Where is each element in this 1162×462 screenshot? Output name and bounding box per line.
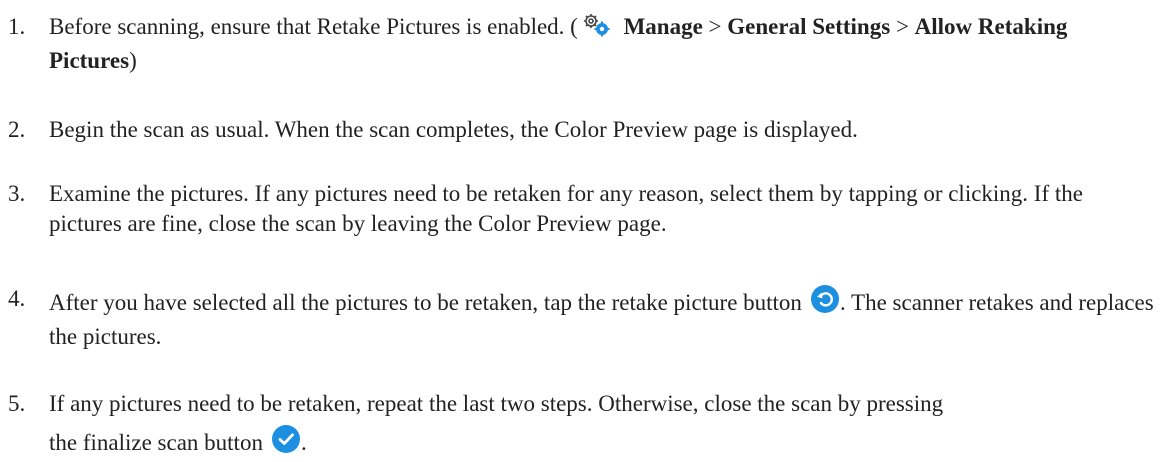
menu-path-general-settings: General Settings (727, 14, 891, 39)
step-text-before: Before scanning, ensure that Retake Pict… (49, 14, 578, 39)
step-text-line1: If any pictures need to be retaken, repe… (49, 391, 944, 416)
path-separator: > (890, 14, 915, 39)
step-1: 1. Before scanning, ensure that Retake P… (8, 12, 1158, 76)
step-text-after: ) (129, 48, 137, 73)
step-3: 3. Examine the pictures. If any pictures… (8, 179, 1158, 239)
step-number: 4. (8, 286, 26, 311)
gear-icon (578, 12, 618, 46)
step-5: 5. If any pictures need to be retaken, r… (8, 389, 1158, 462)
checkmark-icon (271, 424, 301, 462)
step-text: Before scanning, ensure that Retake Pict… (49, 12, 1158, 76)
step-text-line2: the finalize scan button. (49, 424, 1158, 462)
step-text-after: . (300, 430, 307, 455)
step-4: 4. After you have selected all the pictu… (8, 284, 1158, 352)
step-2: 2. Begin the scan as usual. When the sca… (8, 115, 1158, 145)
step-text: After you have selected all the pictures… (49, 284, 1158, 352)
menu-path-manage: Manage (623, 14, 703, 39)
step-number: 3. (8, 181, 26, 206)
path-separator: > (702, 14, 728, 39)
step-text-before: After you have selected all the pictures… (49, 290, 802, 315)
step-number: 5. (8, 391, 26, 416)
step-text: Begin the scan as usual. When the scan c… (49, 117, 858, 142)
step-number: 2. (8, 117, 26, 142)
step-text-before: the finalize scan button (49, 430, 263, 455)
step-text: If any pictures need to be retaken, repe… (49, 389, 1158, 462)
step-number: 1. (8, 14, 26, 39)
retake-icon (810, 284, 840, 322)
step-text: Examine the pictures. If any pictures ne… (49, 181, 1083, 236)
